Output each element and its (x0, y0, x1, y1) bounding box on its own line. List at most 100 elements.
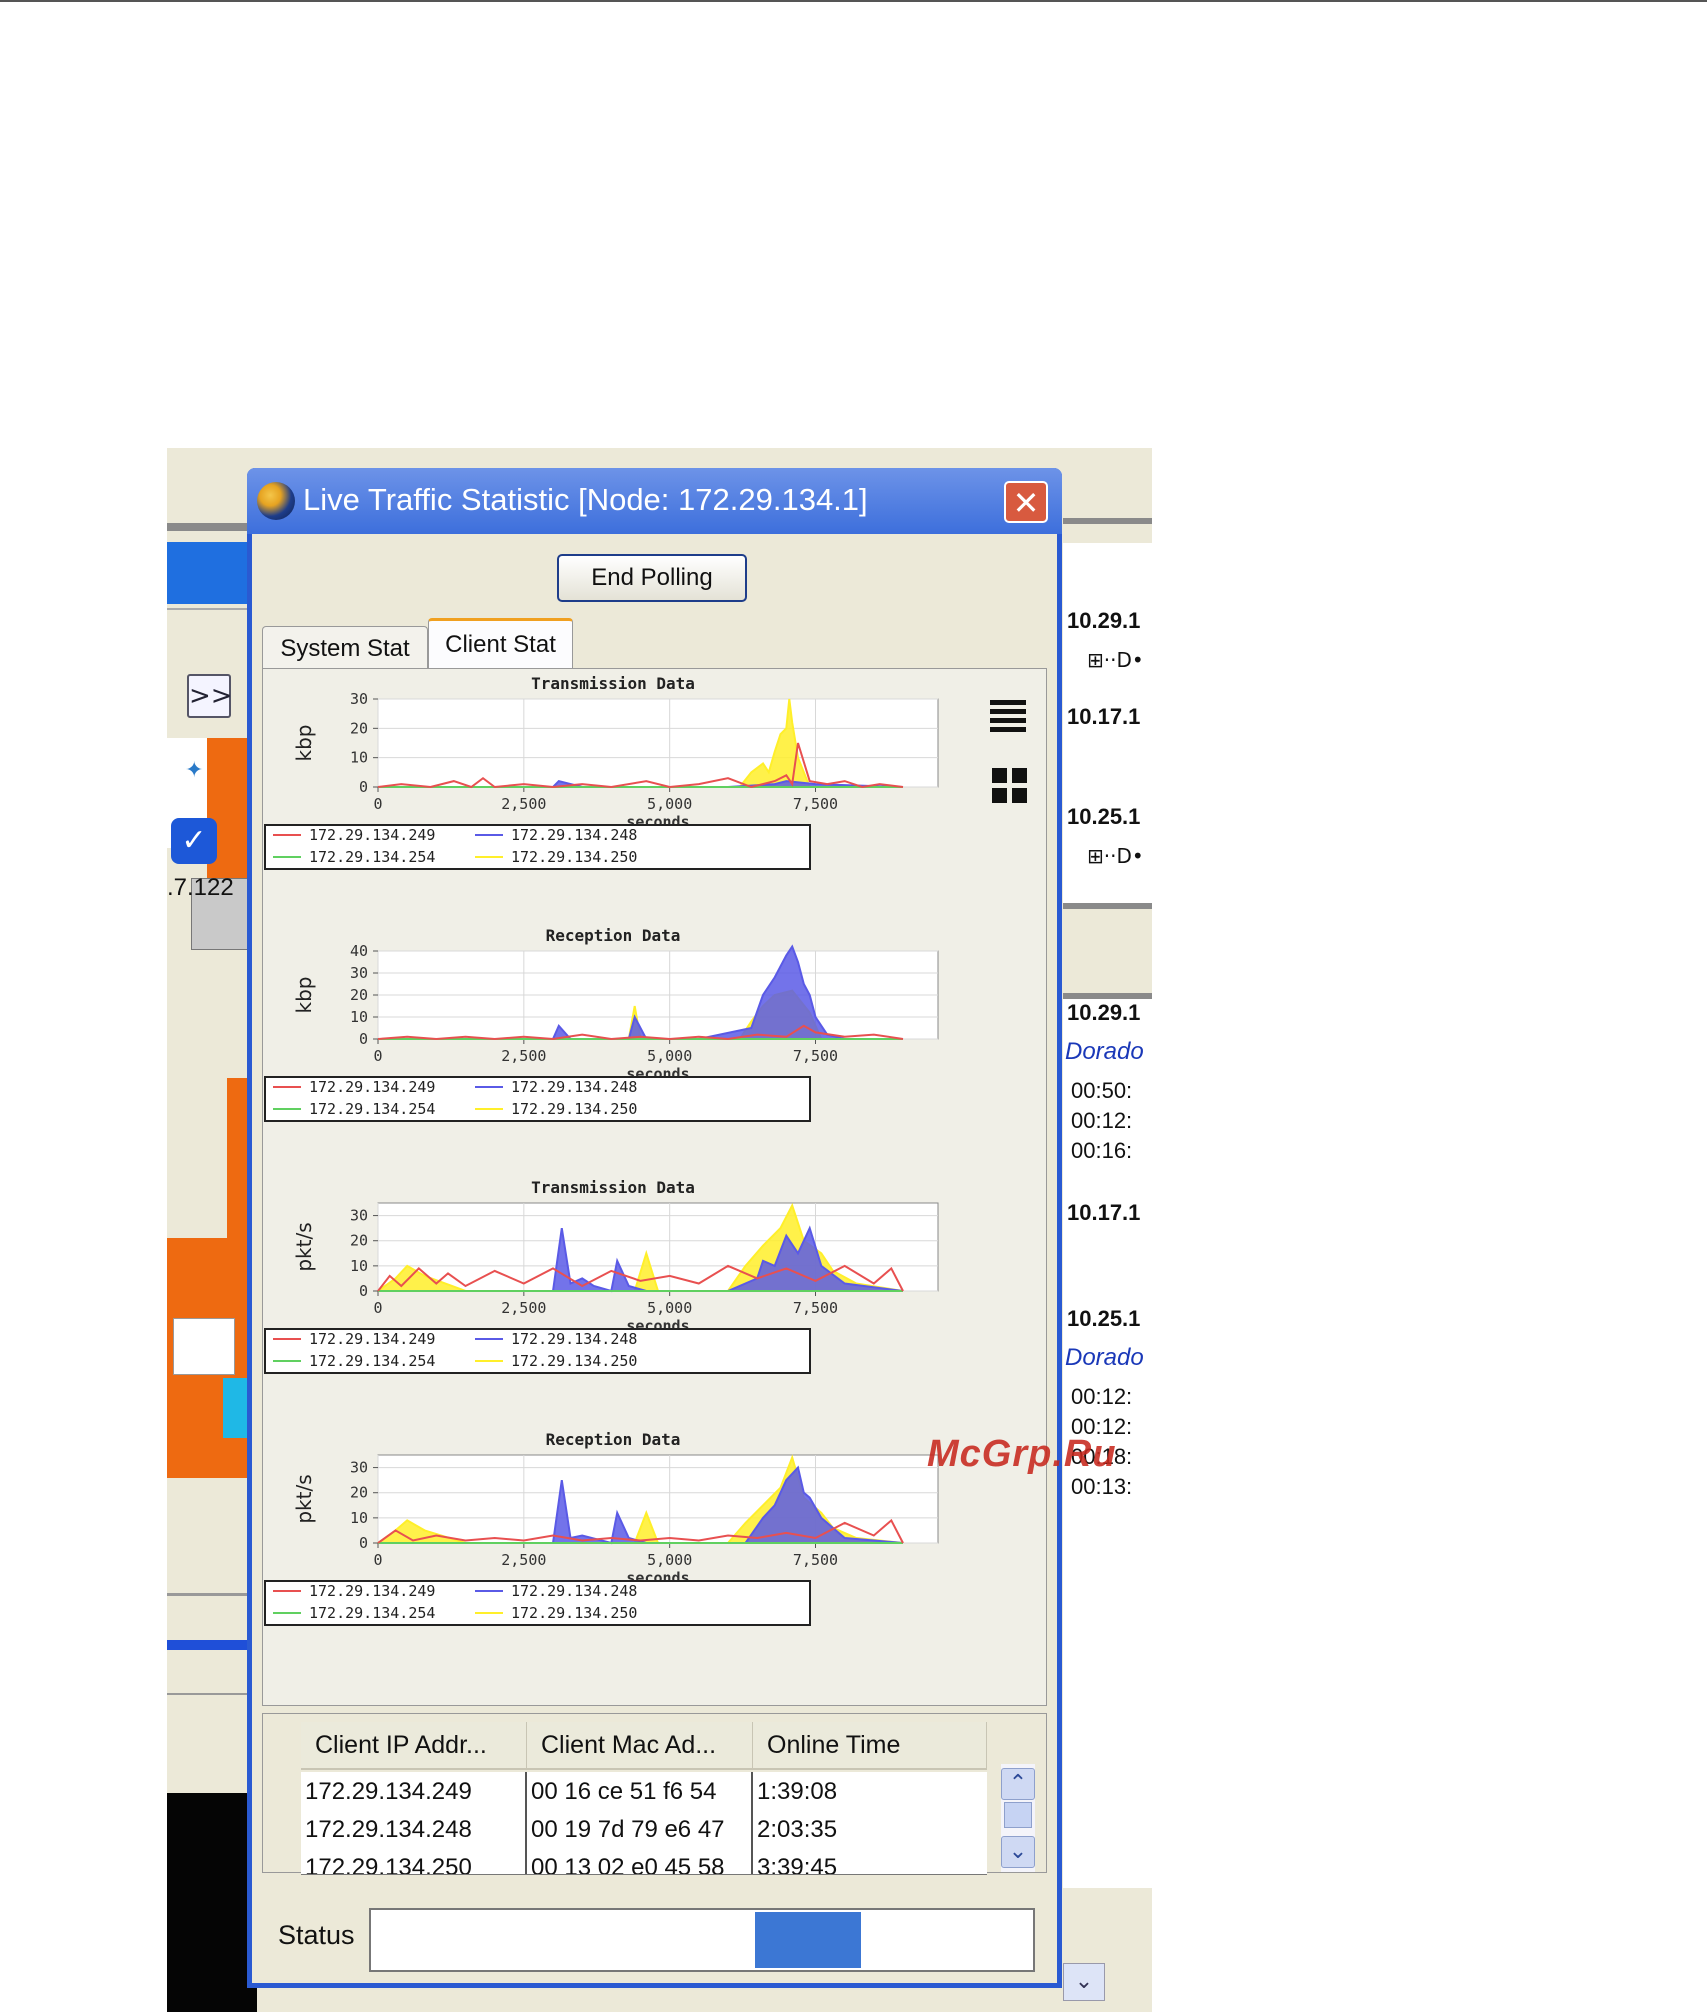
x-tick-label: 0 (373, 1299, 382, 1317)
x-tick-label: 2,500 (501, 1551, 546, 1569)
y-axis-label: pkt/s (292, 1474, 316, 1523)
legend-entry: 172.29.134.254 (309, 1100, 435, 1118)
y-tick-label: 10 (350, 749, 368, 767)
x-tick-label: 5,000 (647, 1299, 692, 1317)
y-tick-label: 30 (350, 1207, 368, 1225)
column-header-client-mac[interactable]: Client Mac Ad... (527, 1722, 753, 1768)
bg-time: 00:12: (1071, 1384, 1133, 1409)
x-tick-label: 7,500 (793, 795, 838, 813)
legend-entry: 172.29.134.250 (511, 848, 637, 866)
bg-separator (167, 1593, 257, 1596)
chart-title: Reception Data (546, 926, 681, 945)
column-header-client-ip[interactable]: Client IP Addr... (301, 1722, 527, 1768)
x-tick-label: 2,500 (501, 1047, 546, 1065)
cell-client-ip: 172.29.134.248 (301, 1810, 527, 1848)
list-view-icon[interactable] (990, 700, 1026, 736)
y-axis-label: kbp (292, 725, 316, 762)
bg-node-label: 10.29.1 (1067, 608, 1141, 633)
client-stat-panel: Transmission Data 0 10 20 30 0 2,500 5,000 7,500… (262, 668, 1047, 1706)
bg-time: 00:16: (1071, 1138, 1133, 1163)
bg-separator (1063, 518, 1152, 524)
bg-header-bar (167, 542, 257, 604)
legend-entry: 172.29.134.249 (309, 1582, 435, 1600)
bg-node-label: 10.25.1 (1067, 1306, 1141, 1331)
bg-node-label: 10.17.1 (1067, 704, 1141, 729)
bg-node-label: 10.25.1 (1067, 804, 1141, 829)
bg-node-label: .7.122 (167, 874, 234, 901)
bg-dark-panel (167, 1793, 257, 2012)
bg-separator (167, 1693, 257, 1695)
chart-title: Transmission Data (531, 1178, 695, 1197)
grid-view-icon[interactable] (992, 768, 1028, 804)
x-tick-label: 2,500 (501, 795, 546, 813)
legend-entry: 172.29.134.249 (309, 1078, 435, 1096)
legend-entry: 172.29.134.250 (511, 1604, 637, 1622)
table-row[interactable]: 172.29.134.249 00 16 ce 51 f6 54 1:39:08 (301, 1772, 987, 1811)
table-row[interactable]: 172.29.134.248 00 19 7d 79 e6 47 2:03:35 (301, 1810, 987, 1849)
scroll-down-button[interactable]: ⌄ (1001, 1836, 1035, 1868)
cell-client-mac: 00 13 02 e0 45 58 (527, 1848, 753, 1874)
bg-node-label: 10.17.1 (1067, 1200, 1141, 1225)
tab-client-stat[interactable]: Client Stat (428, 618, 573, 672)
table-row[interactable]: 172.29.134.250 00 13 02 e0 45 58 3:39:45 (301, 1848, 987, 1875)
y-tick-label: 20 (350, 719, 368, 737)
x-tick-label: 2,500 (501, 1299, 546, 1317)
legend-entry: 172.29.134.248 (511, 1078, 637, 1096)
client-table-panel: Client IP Addr... Client Mac Ad... Onlin… (262, 1713, 1047, 1875)
y-tick-label: 0 (359, 1282, 368, 1300)
tab-system-stat[interactable]: System Stat (262, 626, 428, 672)
chevron-up-icon: ⌃ (1008, 1771, 1028, 1796)
table-header: Client IP Addr... Client Mac Ad... Onlin… (301, 1722, 987, 1770)
status-progress-fill (754, 1912, 861, 1968)
bg-panel-gap (1063, 903, 1152, 998)
y-tick-label: 0 (359, 778, 368, 796)
y-tick-label: 40 (350, 942, 368, 960)
bg-forward-button[interactable]: >> (187, 674, 233, 718)
y-tick-label: 30 (350, 1459, 368, 1477)
legend-entry: 172.29.134.248 (511, 1330, 637, 1348)
title-bar[interactable]: Live Traffic Statistic [Node: 172.29.134… (247, 468, 1062, 534)
status-progress-bar (369, 1908, 1035, 1972)
x-tick-label: 0 (373, 795, 382, 813)
bg-time: 00:12: (1071, 1108, 1133, 1133)
bg-tree-item[interactable]: ⊞··D• (1087, 648, 1144, 672)
x-tick-label: 7,500 (793, 1299, 838, 1317)
table-scrollbar[interactable]: ⌃ ⌄ (1001, 1764, 1035, 1872)
legend-entry: 172.29.134.249 (309, 826, 435, 844)
y-tick-label: 10 (350, 1509, 368, 1527)
chevron-down-icon: ⌄ (1008, 1839, 1028, 1864)
x-tick-label: 0 (373, 1551, 382, 1569)
bg-scroll-down-button[interactable]: ⌄ (1063, 1963, 1105, 2001)
x-tick-label: 7,500 (793, 1047, 838, 1065)
scroll-up-button[interactable]: ⌃ (1001, 1768, 1035, 1800)
background-app-right: 10.29.1 ⊞··D• 10.17.1 10.25.1 ⊞··D• 10.2… (1063, 448, 1152, 2012)
bg-device-label: Dorado (1065, 1038, 1144, 1065)
y-tick-label: 0 (359, 1030, 368, 1048)
x-tick-label: 7,500 (793, 1551, 838, 1569)
legend-entry: 172.29.134.254 (309, 848, 435, 866)
legend-entry: 172.29.134.254 (309, 1604, 435, 1622)
screenshot: >> ✦ ✓ .7.122 10.29.1 ⊞··D• 10.17.1 10.2… (167, 448, 1152, 2012)
scroll-thumb[interactable] (1004, 1802, 1032, 1828)
bg-tree-item[interactable]: ⊞··D• (1087, 844, 1144, 868)
bg-separator (1063, 993, 1152, 999)
x-tick-label: 0 (373, 1047, 382, 1065)
end-polling-button[interactable]: End Polling (557, 554, 747, 602)
y-tick-label: 20 (350, 986, 368, 1004)
bg-separator (167, 523, 257, 531)
live-traffic-dialog: Live Traffic Statistic [Node: 172.29.134… (247, 468, 1062, 1988)
y-tick-label: 30 (350, 690, 368, 708)
column-header-online-time[interactable]: Online Time (753, 1722, 987, 1768)
y-axis-label: pkt/s (292, 1222, 316, 1271)
bg-map-element (173, 1318, 235, 1375)
close-button[interactable]: ✕ (1004, 481, 1048, 523)
legend-entry: 172.29.134.248 (511, 1582, 637, 1600)
legend-entry: 172.29.134.254 (309, 1352, 435, 1370)
x-tick-label: 5,000 (647, 795, 692, 813)
y-tick-label: 0 (359, 1534, 368, 1552)
page-top-rule (0, 0, 1707, 2)
bg-star-icon: ✦ (185, 758, 204, 783)
plot-area (377, 698, 939, 788)
bg-check-icon: ✓ (171, 818, 217, 864)
x-tick-label: 5,000 (647, 1551, 692, 1569)
